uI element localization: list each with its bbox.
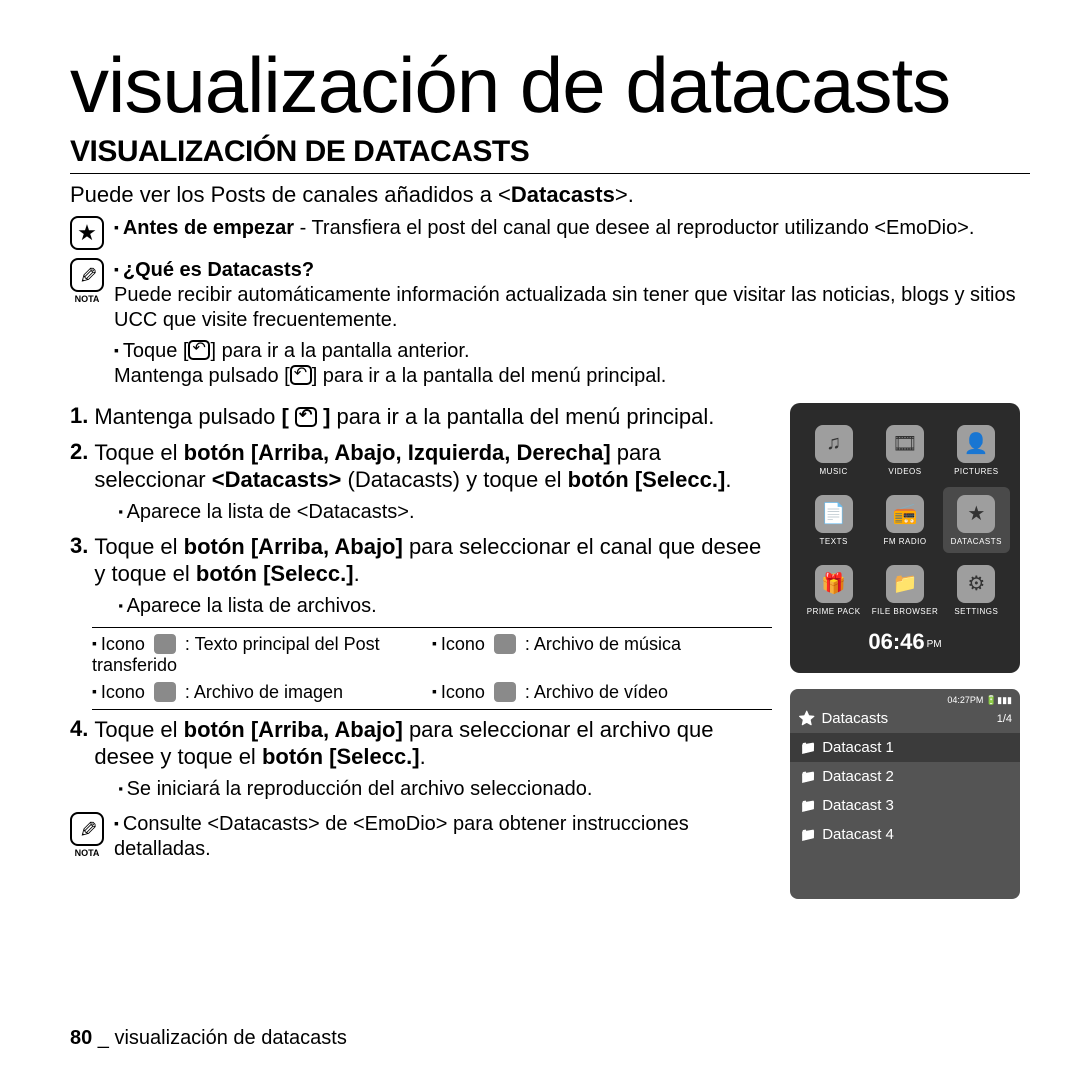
divider — [70, 173, 1030, 174]
back-icon — [295, 407, 317, 427]
back-icon — [188, 340, 210, 360]
star-icon: ★ — [70, 216, 104, 250]
menu-item-music: ♫MUSIC — [800, 417, 867, 483]
instructions: 1. Mantenga pulsado [ ] para ir a la pan… — [70, 403, 772, 899]
step-3: 3. Toque el botón [Arriba, Abajo] para s… — [70, 533, 772, 619]
bottom-nota: NOTA Consulte <Datacasts> de <EmoDio> pa… — [70, 812, 772, 862]
star-icon — [798, 710, 815, 727]
device-menu-screenshot: ♫MUSIC🎞VIDEOS👤PICTURES 📄TEXTS📻FM RADIO★DA… — [790, 403, 1020, 673]
list-item: Datacast 2 — [790, 762, 1020, 791]
list-item: Datacast 4 — [790, 820, 1020, 849]
device-list-screenshot: 04:27PM 🔋▮▮▮ Datacasts1/4 Datacast 1Data… — [790, 689, 1020, 899]
pencil-icon — [70, 258, 104, 292]
star-note: ★ Antes de empezar - Transfiera el post … — [70, 216, 1030, 250]
video-file-icon — [494, 682, 516, 702]
back-icon — [290, 365, 312, 385]
menu-item-pictures: 👤PICTURES — [943, 417, 1010, 483]
section-title: VISUALIZACIÓN DE DATACASTS — [70, 135, 1030, 169]
menu-item-videos: 🎞VIDEOS — [871, 417, 938, 483]
step-2: 2. Toque el botón [Arriba, Abajo, Izquie… — [70, 439, 772, 525]
pencil-icon — [70, 812, 104, 846]
menu-item-fm-radio: 📻FM RADIO — [871, 487, 938, 553]
nota-que-es: NOTA ¿Qué es Datacasts? Puede recibir au… — [70, 258, 1030, 389]
menu-item-settings: ⚙SETTINGS — [943, 557, 1010, 623]
menu-item-prime-pack: 🎁PRIME PACK — [800, 557, 867, 623]
menu-item-file-browser: 📁FILE BROWSER — [871, 557, 938, 623]
intro-text: Puede ver los Posts de canales añadidos … — [70, 182, 1030, 208]
step-4: 4. Toque el botón [Arriba, Abajo] para s… — [70, 716, 772, 802]
music-file-icon — [494, 634, 516, 654]
menu-item-datacasts: ★DATACASTS — [943, 487, 1010, 553]
list-item: Datacast 3 — [790, 791, 1020, 820]
page-title: visualización de datacasts — [70, 40, 1030, 131]
text-file-icon — [154, 634, 176, 654]
nota-label: NOTA — [70, 294, 104, 304]
menu-item-texts: 📄TEXTS — [800, 487, 867, 553]
image-file-icon — [154, 682, 176, 702]
page-footer: 80 _ visualización de datacasts — [70, 1027, 347, 1050]
step-1: 1. Mantenga pulsado [ ] para ir a la pan… — [70, 403, 772, 431]
list-item: Datacast 1 — [790, 733, 1020, 762]
icon-table: Icono : Texto principal del Post transfe… — [92, 634, 772, 703]
